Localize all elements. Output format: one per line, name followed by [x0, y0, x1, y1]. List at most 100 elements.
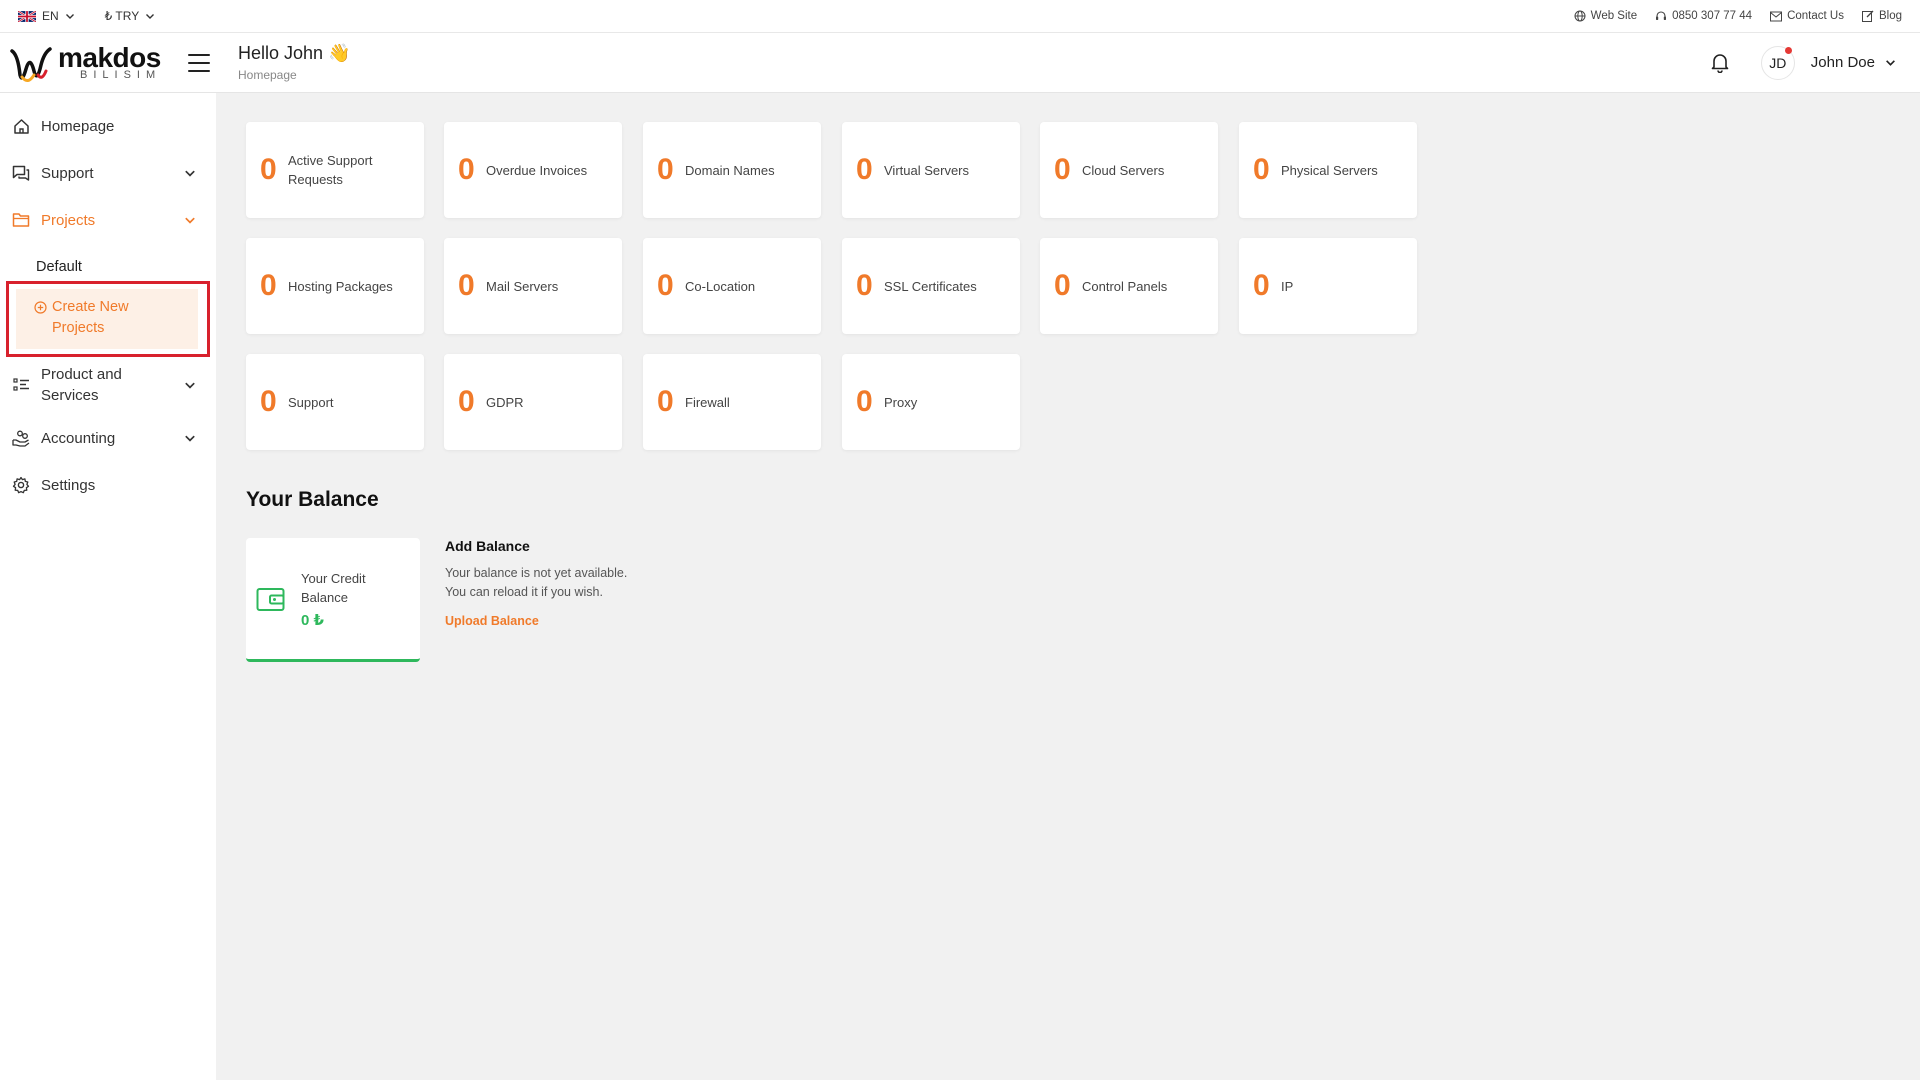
language-label: EN — [42, 9, 59, 23]
stat-card-firewall[interactable]: 0 Firewall — [643, 354, 821, 450]
currency-selector[interactable]: ₺ TRY — [105, 9, 156, 23]
stat-value: 0 — [657, 153, 674, 186]
add-balance-desc-line2: You can reload it if you wish. — [445, 585, 603, 599]
stat-value: 0 — [458, 385, 475, 418]
brand-name: makdos — [58, 42, 161, 73]
stat-value: 0 — [856, 153, 873, 186]
chevron-down-icon — [185, 435, 195, 442]
stat-card-active-support[interactable]: 0 Active Support Requests — [246, 122, 424, 218]
chat-icon — [12, 164, 30, 182]
stat-card-virtual-servers[interactable]: 0 Virtual Servers — [842, 122, 1020, 218]
stat-card-support[interactable]: 0 Support — [246, 354, 424, 450]
add-balance-panel: Add Balance Your balance is not yet avai… — [445, 538, 627, 630]
contact-label: Contact Us — [1787, 10, 1844, 22]
stat-label: GDPR — [486, 394, 524, 410]
bell-icon — [1711, 53, 1729, 73]
stat-card-mail-servers[interactable]: 0 Mail Servers — [444, 238, 622, 334]
stat-label: Firewall — [685, 394, 730, 410]
sidebar-item-accounting[interactable]: Accounting — [0, 425, 216, 451]
wallet-icon — [256, 587, 285, 611]
brand-logo[interactable]: makdos BILISIM — [0, 33, 170, 93]
stat-label: Overdue Invoices — [486, 162, 588, 178]
stat-card-overdue-invoices[interactable]: 0 Overdue Invoices — [444, 122, 622, 218]
sidebar-item-projects[interactable]: Projects — [0, 207, 216, 233]
sidebar-item-settings[interactable]: Settings — [0, 472, 216, 498]
create-new-projects-button[interactable]: Create New Projects — [16, 289, 198, 349]
website-link[interactable]: Web Site — [1574, 10, 1637, 22]
create-new-projects-label: Create New Projects — [52, 299, 129, 336]
page-heading: Hello John 👋 Homepage — [238, 43, 350, 82]
stat-card-proxy[interactable]: 0 Proxy — [842, 354, 1020, 450]
stat-label: Hosting Packages — [288, 278, 393, 294]
user-menu[interactable]: John Doe — [1811, 54, 1896, 71]
greeting-text: Hello John 👋 — [238, 43, 351, 63]
stat-label: Cloud Servers — [1082, 162, 1165, 178]
sidebar-item-label: Settings — [41, 476, 96, 494]
stat-value: 0 — [657, 269, 674, 302]
notifications-button[interactable] — [1703, 46, 1737, 80]
stat-value: 0 — [260, 269, 277, 302]
sidebar-item-label: Accounting — [41, 429, 116, 447]
upload-balance-link[interactable]: Upload Balance — [445, 614, 539, 628]
stat-card-ssl-certificates[interactable]: 0 SSL Certificates — [842, 238, 1020, 334]
stat-card-hosting-packages[interactable]: 0 Hosting Packages — [246, 238, 424, 334]
stat-label: Domain Names — [685, 162, 775, 178]
notification-dot — [1784, 46, 1792, 54]
gear-icon — [12, 476, 30, 494]
edit-icon — [1861, 10, 1874, 22]
home-icon — [12, 117, 30, 135]
sidebar-item-homepage[interactable]: Homepage — [0, 113, 216, 139]
stat-label: Physical Servers — [1281, 162, 1378, 178]
stat-label: Co-Location — [685, 278, 756, 294]
plus-circle-icon — [34, 301, 47, 314]
globe-icon — [1574, 10, 1586, 22]
blog-link[interactable]: Blog — [1861, 10, 1902, 22]
sidebar-item-label: Homepage — [41, 117, 115, 135]
language-selector[interactable]: EN — [18, 9, 75, 23]
headset-icon — [1656, 11, 1667, 20]
coins-hand-icon — [12, 429, 30, 447]
stat-card-co-location[interactable]: 0 Co-Location — [643, 238, 821, 334]
avatar-initials: JD — [1769, 54, 1787, 71]
stat-value: 0 — [1054, 269, 1071, 302]
sidebar-subitem-default[interactable]: Default — [36, 259, 82, 275]
stat-card-cloud-servers[interactable]: 0 Cloud Servers — [1040, 122, 1218, 218]
breadcrumb[interactable]: Homepage — [238, 68, 350, 82]
stat-label: Mail Servers — [486, 278, 559, 294]
menu-toggle-button[interactable] — [188, 53, 210, 72]
stat-value: 0 — [1253, 269, 1270, 302]
sidebar: Homepage Support Projects Default Create… — [0, 93, 216, 1080]
stat-label: IP — [1281, 278, 1294, 294]
phone-link[interactable]: 0850 307 77 44 — [1655, 10, 1752, 22]
website-label: Web Site — [1590, 10, 1638, 22]
chevron-down-icon — [185, 170, 195, 177]
chevron-down-icon — [1886, 60, 1895, 66]
contact-link[interactable]: Contact Us — [1770, 10, 1844, 22]
stat-value: 0 — [856, 269, 873, 302]
brand-tagline: BILISIM — [80, 69, 162, 81]
stat-value: 0 — [260, 385, 277, 418]
sidebar-item-label: Product and Services — [41, 366, 122, 404]
stat-label: SSL Certificates — [884, 278, 977, 294]
stat-card-ip[interactable]: 0 IP — [1239, 238, 1417, 334]
stat-card-gdpr[interactable]: 0 GDPR — [444, 354, 622, 450]
stat-label: Control Panels — [1082, 278, 1168, 294]
brand-logo-mark — [10, 46, 52, 82]
stat-card-physical-servers[interactable]: 0 Physical Servers — [1239, 122, 1417, 218]
stat-card-control-panels[interactable]: 0 Control Panels — [1040, 238, 1218, 334]
stat-value: 0 — [458, 269, 475, 302]
stat-card-domain-names[interactable]: 0 Domain Names — [643, 122, 821, 218]
stat-value: 0 — [856, 385, 873, 418]
sidebar-item-label: Projects — [41, 211, 96, 229]
chevron-down-icon — [185, 217, 195, 224]
main-header: makdos BILISIM Hello John 👋 Homepage JD … — [0, 33, 1920, 93]
chevron-down-icon — [185, 382, 195, 389]
stat-label: Virtual Servers — [884, 162, 970, 178]
stat-label: Proxy — [884, 394, 918, 410]
phone-label: 0850 307 77 44 — [1672, 10, 1753, 22]
credit-balance-label: Your Credit Balance — [301, 570, 366, 605]
sidebar-item-support[interactable]: Support — [0, 160, 216, 186]
avatar[interactable]: JD — [1760, 45, 1795, 80]
sidebar-item-product-services[interactable]: Product and Services — [0, 363, 216, 407]
user-name: John Doe — [1810, 54, 1875, 71]
